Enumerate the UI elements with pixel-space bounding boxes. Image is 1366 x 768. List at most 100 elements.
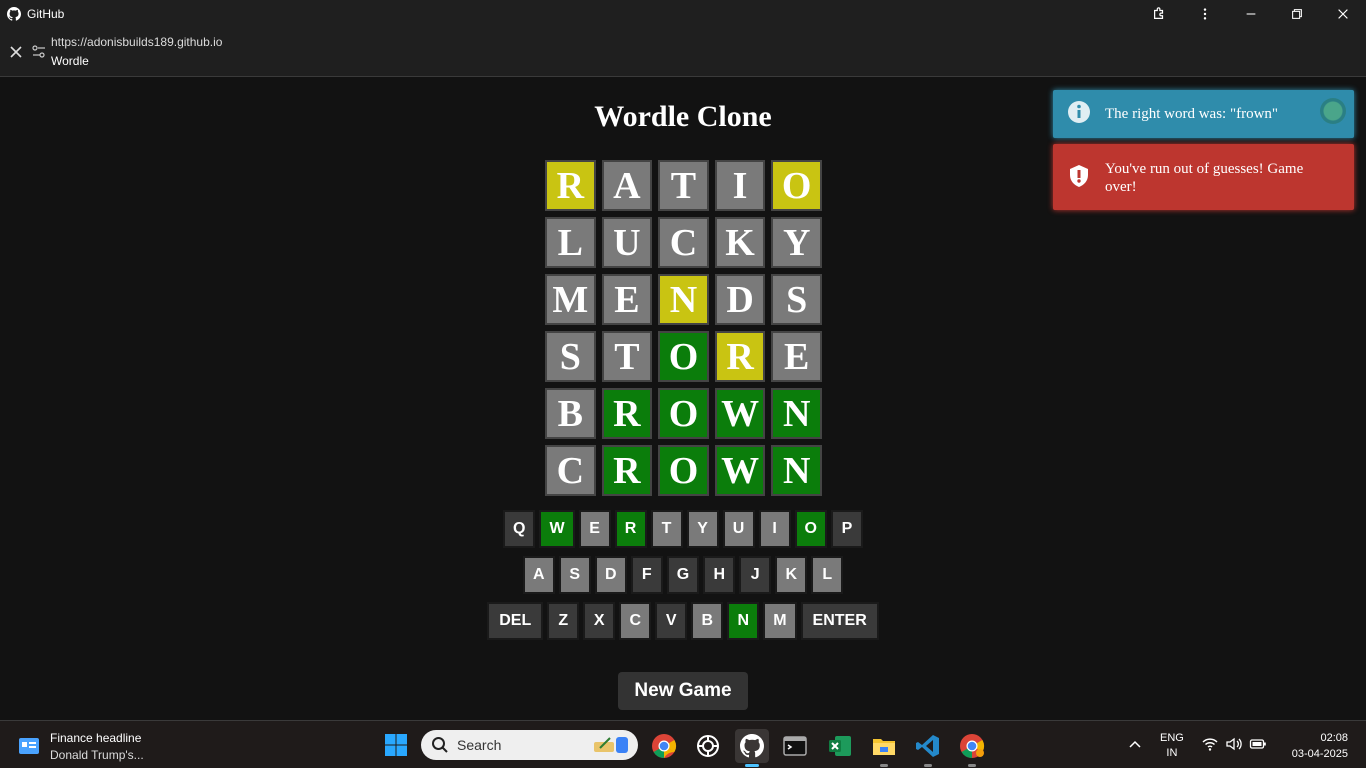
close-icon [1338, 8, 1348, 19]
key-e[interactable]: E [578, 510, 611, 548]
file-explorer-icon [873, 739, 895, 755]
board-tile: R [545, 160, 596, 211]
windows-start-icon[interactable] [384, 733, 408, 757]
search-highlight-icon [594, 737, 628, 753]
system-tray[interactable] [1201, 735, 1267, 753]
key-w[interactable]: W [539, 510, 575, 548]
chrome-icon [652, 734, 677, 758]
board-tile: O [658, 388, 709, 439]
site-settings-icon[interactable] [31, 44, 47, 60]
new-game-button[interactable]: New Game [618, 672, 748, 710]
news-widget[interactable]: Finance headline Donald Trump's... [18, 731, 144, 762]
board-tile: O [658, 331, 709, 382]
key-n[interactable]: N [727, 602, 760, 640]
wifi-icon [1202, 738, 1218, 751]
minimize-button[interactable] [1228, 0, 1274, 27]
extensions-button[interactable] [1136, 0, 1182, 27]
key-f[interactable]: F [630, 556, 663, 594]
error-toast[interactable]: You've run out of guesses! Game over! [1053, 144, 1354, 210]
board-tile: T [658, 160, 709, 211]
info-toast[interactable]: The right word was: "frown" [1053, 90, 1354, 138]
language-indicator[interactable]: ENG IN [1160, 731, 1184, 761]
key-z[interactable]: Z [547, 602, 580, 640]
running-indicator [968, 764, 976, 767]
key-v[interactable]: V [655, 602, 688, 640]
key-k[interactable]: K [775, 556, 808, 594]
page-title-text: Wordle [51, 54, 89, 68]
board-tile: W [714, 445, 766, 496]
more-options-button[interactable] [1182, 0, 1228, 27]
key-del[interactable]: DEL [487, 602, 544, 640]
key-a[interactable]: A [522, 556, 555, 594]
board-tile: N [771, 388, 822, 439]
os-taskbar: Finance headline Donald Trump's... Searc… [0, 720, 1366, 768]
taskbar-search[interactable]: Search [421, 730, 638, 760]
key-i[interactable]: I [758, 510, 791, 548]
key-h[interactable]: H [703, 556, 736, 594]
key-g[interactable]: G [666, 556, 700, 594]
board-tile: N [771, 445, 822, 496]
taskbar-chrome[interactable] [647, 729, 681, 763]
info-icon [1068, 101, 1090, 123]
keyboard-row: ASDFGHJKL [0, 556, 1366, 594]
error-toast-message: You've run out of guesses! Game over! [1105, 161, 1304, 195]
url-text[interactable]: https://adonisbuilds189.github.io [51, 35, 222, 49]
key-l[interactable]: L [811, 556, 844, 594]
board-tile: C [658, 217, 709, 268]
key-q[interactable]: Q [502, 510, 536, 548]
board-tile: A [601, 160, 653, 211]
board-tile: K [714, 217, 766, 268]
system-clock[interactable]: 02:08 03-04-2025 [1292, 730, 1348, 762]
board-row: LUCKY [545, 217, 822, 268]
search-placeholder: Search [457, 737, 502, 753]
key-j[interactable]: J [739, 556, 772, 594]
puzzle-icon [1154, 6, 1164, 19]
github-icon [7, 6, 21, 21]
board-tile: R [601, 445, 653, 496]
board-tile: D [714, 274, 766, 325]
board-tile: E [601, 274, 653, 325]
key-o[interactable]: O [794, 510, 827, 548]
close-icon[interactable] [8, 44, 24, 60]
app-brand: GitHub [7, 6, 64, 21]
kebab-menu-icon [1203, 7, 1207, 20]
board-row: STORE [545, 331, 822, 382]
taskbar-github[interactable] [735, 729, 769, 767]
board-row: MENDS [545, 274, 822, 325]
taskbar-file-explorer[interactable] [867, 729, 901, 767]
key-enter[interactable]: ENTER [800, 602, 879, 640]
taskbar-chrome-profile[interactable] [955, 729, 989, 767]
board-tile: S [771, 274, 822, 325]
key-m[interactable]: M [763, 602, 797, 640]
keyboard-row: DEL Z X C V B N M ENTER [0, 602, 1366, 640]
close-window-button[interactable] [1320, 0, 1366, 27]
key-x[interactable]: X [583, 602, 616, 640]
key-y[interactable]: Y [686, 510, 719, 548]
board-tile: C [545, 445, 596, 496]
active-indicator [745, 764, 759, 767]
chevron-up-icon[interactable] [1127, 737, 1143, 753]
restore-button[interactable] [1274, 0, 1320, 27]
taskbar-excel[interactable] [823, 729, 857, 763]
key-d[interactable]: D [594, 556, 627, 594]
key-p[interactable]: P [831, 510, 863, 548]
news-subtext: Donald Trump's... [50, 748, 144, 762]
clock-time: 02:08 [1320, 732, 1348, 744]
restore-icon [1292, 8, 1302, 19]
key-t[interactable]: T [650, 510, 683, 548]
key-u[interactable]: U [722, 510, 755, 548]
key-s[interactable]: S [558, 556, 591, 594]
board-row: RATIO [545, 160, 822, 211]
taskbar-terminal[interactable] [778, 729, 812, 763]
board-tile: M [545, 274, 596, 325]
key-c[interactable]: C [619, 602, 652, 640]
key-r[interactable]: R [614, 510, 647, 548]
window-titlebar: GitHub [0, 0, 1366, 27]
board-tile: O [658, 445, 709, 496]
vscode-icon [916, 735, 939, 757]
key-b[interactable]: B [691, 602, 724, 640]
taskbar-vscode[interactable] [911, 729, 945, 767]
loading-spinner-icon [1320, 98, 1346, 124]
keyboard-row: QWERTYUIOP [0, 510, 1366, 548]
taskbar-chatgpt[interactable] [691, 729, 725, 763]
